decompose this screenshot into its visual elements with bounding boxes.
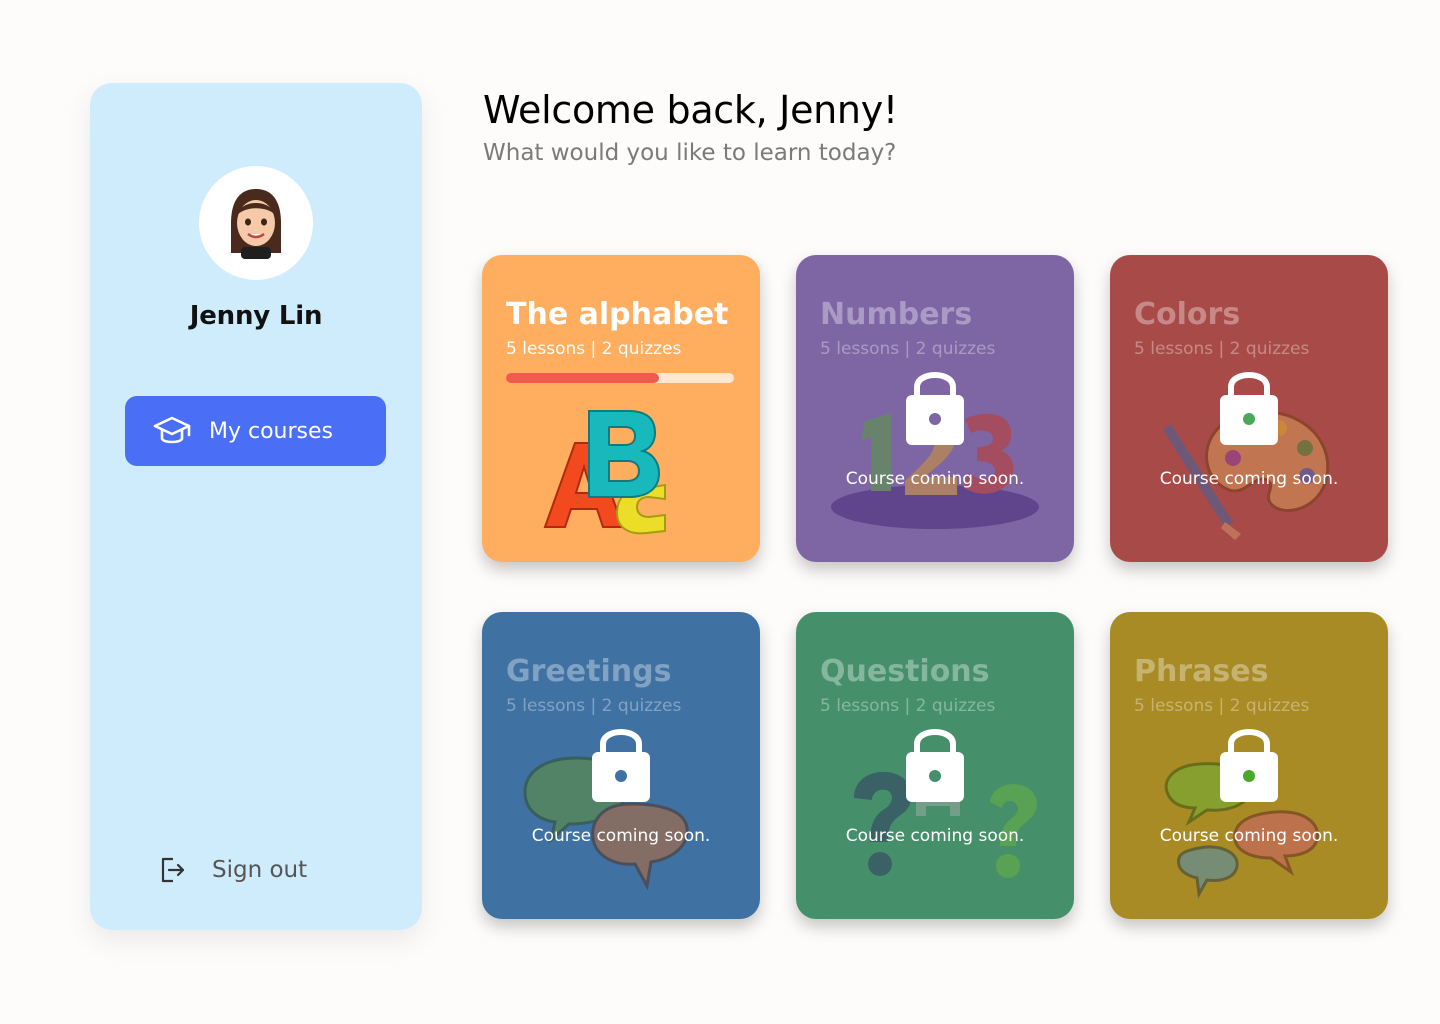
sign-out-icon bbox=[158, 855, 188, 885]
coming-soon-label: Course coming soon. bbox=[1159, 469, 1339, 489]
lock-icon bbox=[1220, 372, 1278, 445]
avatar[interactable] bbox=[199, 166, 313, 280]
user-name: Jenny Lin bbox=[189, 301, 323, 331]
graduation-cap-icon bbox=[153, 412, 191, 450]
course-title: Colors bbox=[1134, 297, 1241, 332]
course-title: The alphabet bbox=[506, 297, 729, 332]
course-title: Numbers bbox=[820, 297, 973, 332]
lock-icon bbox=[1220, 729, 1278, 802]
coming-soon-label: Course coming soon. bbox=[845, 469, 1025, 489]
course-meta: 5 lessons | 2 quizzes bbox=[1134, 696, 1310, 716]
course-card-greetings[interactable]: Greetings 5 lessons | 2 quizzes Course c… bbox=[482, 612, 760, 919]
course-meta: 5 lessons | 2 quizzes bbox=[506, 339, 682, 359]
my-courses-button[interactable]: My courses bbox=[125, 396, 386, 466]
coming-soon-label: Course coming soon. bbox=[1159, 826, 1339, 846]
course-card-phrases[interactable]: Phrases 5 lessons | 2 quizzes Course com… bbox=[1110, 612, 1388, 919]
page-title: Welcome back, Jenny! bbox=[483, 88, 898, 132]
course-title: Greetings bbox=[506, 654, 672, 689]
sign-out-button[interactable]: Sign out bbox=[158, 855, 307, 885]
lock-icon bbox=[592, 729, 650, 802]
course-title: Questions bbox=[820, 654, 990, 689]
course-card-questions[interactable]: Questions 5 lessons | 2 quizzes Course c… bbox=[796, 612, 1074, 919]
course-card-alphabet[interactable]: The alphabet 5 lessons | 2 quizzes bbox=[482, 255, 760, 562]
abc-letters-icon bbox=[482, 395, 760, 545]
course-meta: 5 lessons | 2 quizzes bbox=[1134, 339, 1310, 359]
course-meta: 5 lessons | 2 quizzes bbox=[820, 696, 996, 716]
course-card-colors[interactable]: Colors 5 lessons | 2 quizzes Course comi… bbox=[1110, 255, 1388, 562]
course-progress-fill bbox=[506, 373, 659, 383]
course-card-numbers[interactable]: Numbers 5 lessons | 2 quizzes Course com… bbox=[796, 255, 1074, 562]
course-meta: 5 lessons | 2 quizzes bbox=[820, 339, 996, 359]
page-subtitle: What would you like to learn today? bbox=[483, 140, 897, 166]
sidebar: Jenny Lin My courses Sign out bbox=[90, 83, 422, 930]
lock-icon bbox=[906, 372, 964, 445]
course-progress-bar bbox=[506, 373, 734, 383]
memoji-avatar-icon bbox=[231, 189, 281, 259]
course-title: Phrases bbox=[1134, 654, 1269, 689]
my-courses-label: My courses bbox=[209, 418, 333, 444]
coming-soon-label: Course coming soon. bbox=[531, 826, 711, 846]
course-meta: 5 lessons | 2 quizzes bbox=[506, 696, 682, 716]
lock-icon bbox=[906, 729, 964, 802]
sign-out-label: Sign out bbox=[212, 857, 308, 883]
coming-soon-label: Course coming soon. bbox=[845, 826, 1025, 846]
